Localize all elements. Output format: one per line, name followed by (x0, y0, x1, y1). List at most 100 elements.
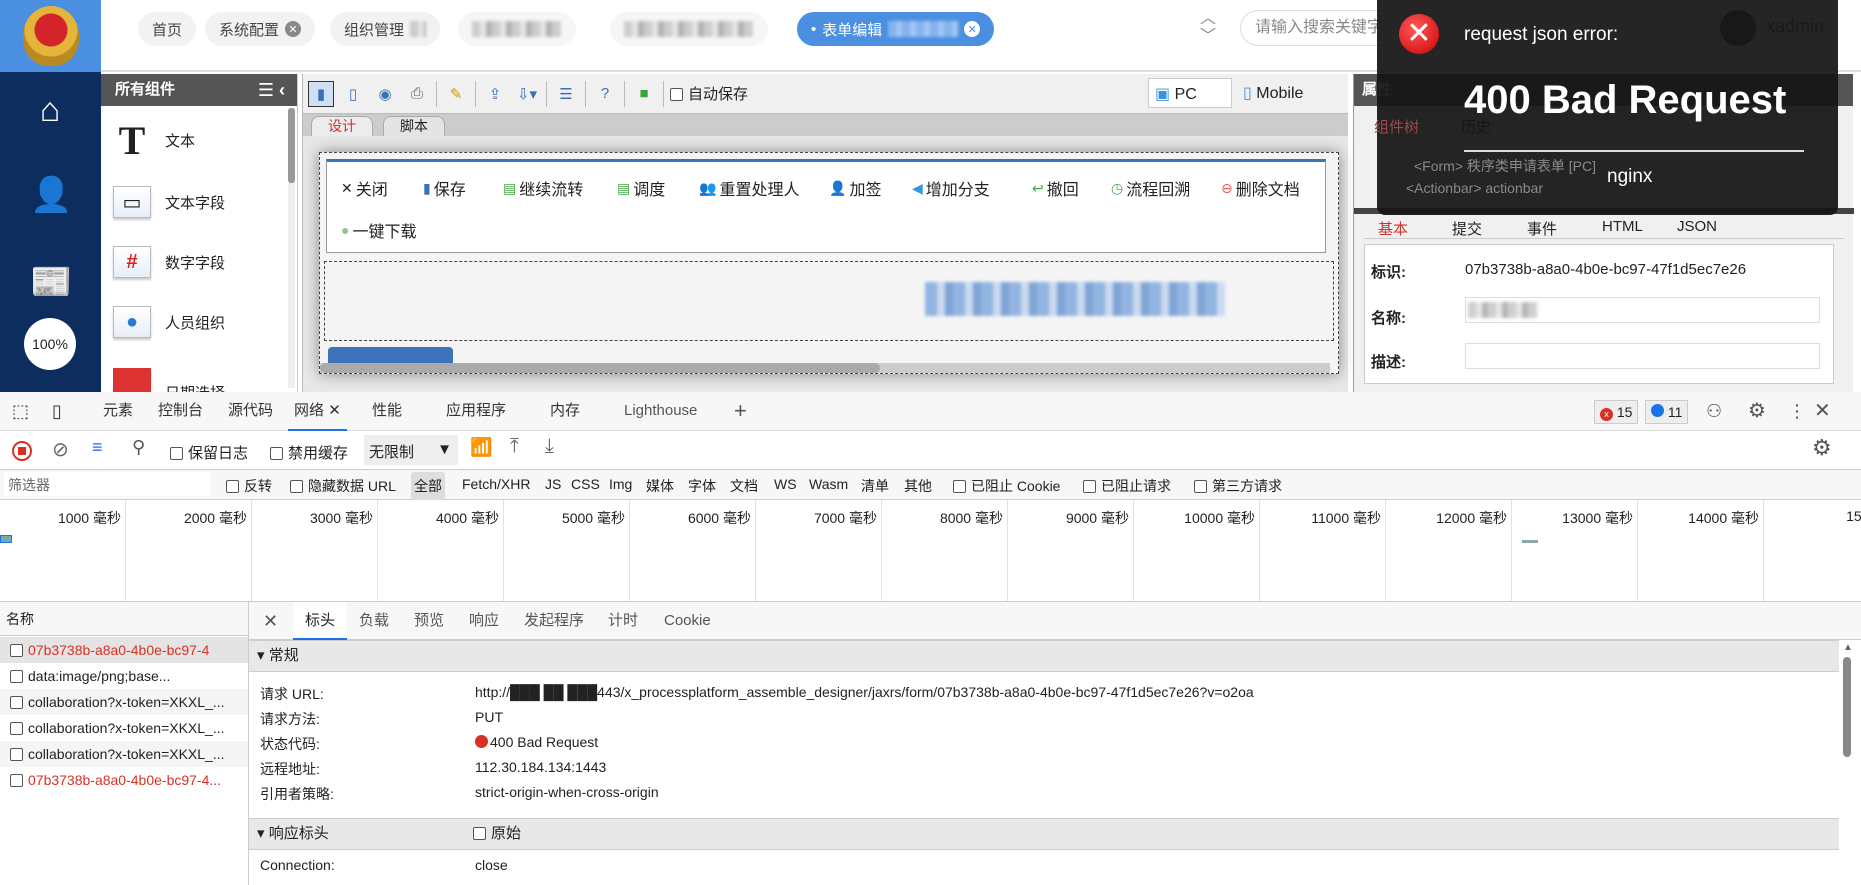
preview-eye-icon[interactable]: ◉ (372, 81, 398, 107)
settings-icon[interactable]: ⚙ (1812, 435, 1832, 461)
clear-icon[interactable]: ⊘ (52, 437, 69, 462)
request-row[interactable]: 07b3738b-a8a0-4b0e-bc97-4 (0, 637, 248, 663)
tab-timing[interactable]: 计时 (608, 602, 638, 640)
close-icon[interactable]: ✕ (285, 21, 302, 37)
tab-submit[interactable]: 提交 (1452, 218, 1482, 239)
record-icon[interactable] (12, 441, 32, 461)
search-input[interactable]: 请输入搜索关键字 (1240, 10, 1440, 46)
tab-design[interactable]: 设计 (311, 116, 373, 136)
action-reset-handler[interactable]: 👥 重置处理人 (699, 176, 799, 200)
tab-html[interactable]: HTML (1602, 218, 1643, 235)
tab-events[interactable]: 事件 (1527, 218, 1557, 239)
upload-icon[interactable]: ⤒ (510, 435, 519, 458)
header-value[interactable]: PUT (475, 709, 503, 725)
tree-node-form[interactable]: <Form> 秩序类申请表单 [PC] (1414, 156, 1596, 176)
palette-item-date[interactable]: 日期选择 (113, 368, 225, 392)
palette-item-person[interactable]: ● 人员组织 (113, 306, 225, 338)
tab-basic[interactable]: 基本 (1378, 218, 1408, 239)
tab-elements[interactable]: 元素 (103, 392, 133, 431)
action-add-branch[interactable]: ◀ 增加分支 (912, 176, 990, 200)
tab-lighthouse[interactable]: Lighthouse (624, 392, 697, 431)
inspect-icon[interactable]: ⬚ (12, 392, 29, 431)
list-icon[interactable]: ☰ (553, 81, 579, 107)
save-icon[interactable]: ▮ (308, 80, 334, 107)
close-icon[interactable]: ✕ (964, 21, 981, 37)
tree-node-actionbar[interactable]: <Actionbar> actionbar (1406, 180, 1543, 196)
tab-payload[interactable]: 负载 (359, 602, 389, 640)
response-headers-section[interactable]: ▾ 响应标头 原始 (249, 818, 1839, 850)
tab-history[interactable]: 历史 (1461, 116, 1491, 137)
action-close[interactable]: ✕ 关闭 (341, 176, 388, 200)
header-value[interactable]: 112.30.184.134:1443 (475, 759, 606, 775)
type-css[interactable]: CSS (571, 476, 600, 492)
throttle-select[interactable]: 无限制 ▼ (364, 435, 458, 465)
request-row[interactable]: collaboration?x-token=XKXL_... (0, 715, 248, 741)
request-row[interactable]: collaboration?x-token=XKXL_... (0, 689, 248, 715)
menu-collapse-icon[interactable]: ☰ ‹ (258, 74, 285, 106)
save-as-icon[interactable]: ▯ (340, 81, 366, 107)
scrollbar[interactable] (288, 108, 295, 388)
avatar[interactable] (1720, 10, 1756, 46)
zoom-level[interactable]: 100% (24, 318, 76, 370)
blocked-cookies-checkbox[interactable]: 已阻止 Cookie (953, 476, 1060, 496)
action-dispatch[interactable]: ▤ 调度 (617, 176, 665, 200)
type-font[interactable]: 字体 (688, 476, 716, 496)
header-value[interactable]: http://███ ██ ███443/x_processplatform_a… (475, 684, 1254, 700)
tab-sources[interactable]: 源代码 (228, 392, 273, 431)
tab-memory[interactable]: 内存 (550, 392, 580, 431)
close-devtools-icon[interactable]: ✕ (1814, 392, 1831, 431)
tab-performance[interactable]: 性能 (372, 392, 402, 431)
type-media[interactable]: 媒体 (646, 476, 674, 496)
tab-cookie[interactable]: Cookie (664, 602, 711, 640)
action-rollback[interactable]: ◷ 流程回溯 (1111, 176, 1190, 200)
type-all[interactable]: 全部 (411, 472, 445, 500)
action-save[interactable]: ▮ 保存 (423, 176, 466, 200)
tab-console[interactable]: 控制台 (158, 392, 203, 431)
filter-icon[interactable]: ≡ (92, 437, 103, 458)
tab-application[interactable]: 应用程序 (446, 392, 506, 431)
request-row[interactable]: collaboration?x-token=XKXL_... (0, 741, 248, 767)
filter-input[interactable]: 筛选器 (4, 472, 210, 496)
header-value[interactable]: close (475, 857, 508, 873)
close-details-icon[interactable]: ✕ (263, 602, 278, 640)
error-count-badge[interactable]: x 15 (1594, 400, 1639, 424)
nav-tab-org[interactable]: 组织管理 (330, 12, 441, 46)
tab-script[interactable]: 脚本 (383, 116, 445, 136)
hide-data-urls-checkbox[interactable]: 隐藏数据 URL (290, 476, 396, 496)
h-scrollbar[interactable] (320, 363, 1330, 373)
action-continue[interactable]: ▤ 继续流转 (503, 176, 583, 200)
invert-checkbox[interactable]: 反转 (226, 476, 272, 496)
tab-component-tree[interactable]: 组件树 (1374, 116, 1419, 137)
more-icon[interactable]: ⋮ (1788, 392, 1806, 431)
general-section-header[interactable]: ▾ 常规 (249, 640, 1839, 672)
tab-network[interactable]: 网络 ✕ (288, 392, 347, 431)
header-value[interactable]: strict-origin-when-cross-origin (475, 784, 659, 800)
magic-wand-icon[interactable]: ✎ (443, 81, 469, 107)
header-value[interactable]: 400 Bad Request (475, 734, 598, 750)
tab-preview[interactable]: 预览 (414, 602, 444, 640)
action-download[interactable]: ● 一键下载 (341, 218, 416, 242)
type-ws[interactable]: WS (774, 476, 797, 492)
action-retract[interactable]: ↩ 撤回 (1032, 176, 1079, 200)
search-icon[interactable]: ⚲ (132, 437, 145, 458)
name-column-header[interactable]: 名称 (0, 602, 248, 636)
third-party-checkbox[interactable]: 第三方请求 (1194, 476, 1282, 496)
mobile-mode-button[interactable]: ▯ Mobile (1243, 83, 1303, 103)
type-manifest[interactable]: 清单 (861, 476, 889, 496)
type-doc[interactable]: 文档 (730, 476, 758, 496)
form-title-area[interactable] (324, 261, 1334, 341)
home-icon[interactable]: ⌂ (30, 90, 70, 130)
add-tab-icon[interactable]: + (734, 392, 747, 431)
feedback-icon[interactable]: ⚇ (1706, 392, 1722, 431)
network-conditions-icon[interactable]: 📶 (470, 437, 492, 458)
user-icon[interactable]: 👤 (30, 175, 72, 215)
layers-icon[interactable]: ■ (631, 81, 657, 107)
type-js[interactable]: JS (545, 476, 561, 492)
settings-icon[interactable]: ⚙ (1748, 392, 1766, 431)
username[interactable]: xadmin (1766, 16, 1824, 37)
palette-item-text[interactable]: T 文本 (113, 118, 195, 163)
document-icon[interactable]: 📰 (30, 262, 72, 302)
nav-tab-blurred[interactable] (610, 12, 768, 46)
preserve-log-checkbox[interactable]: 保留日志 (170, 442, 248, 463)
type-other[interactable]: 其他 (904, 476, 932, 496)
